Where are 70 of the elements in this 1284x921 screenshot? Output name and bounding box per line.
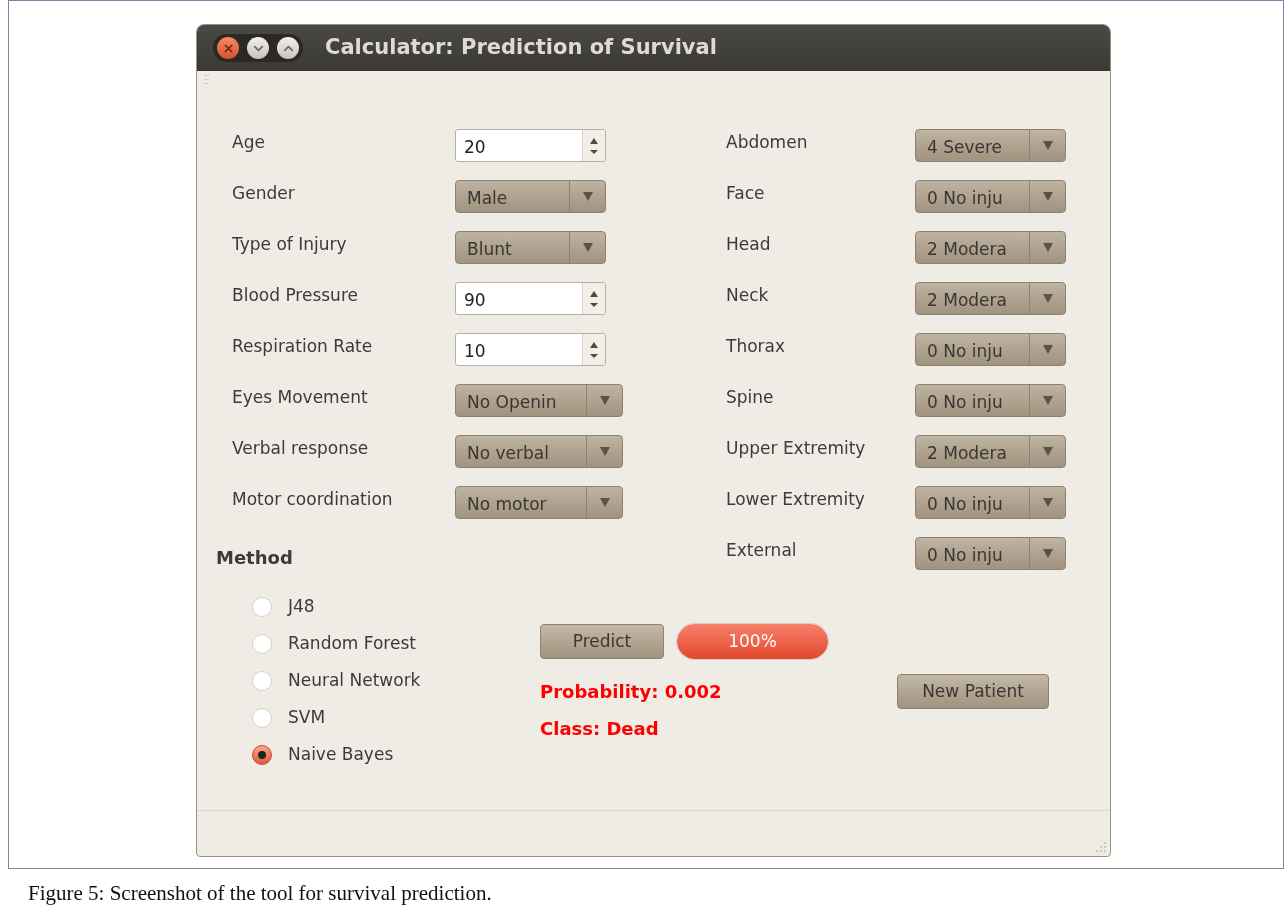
spin-field[interactable]: 10 (455, 333, 606, 366)
field-label: Type of Injury (232, 233, 348, 256)
field-label: Eyes Movement (232, 386, 369, 409)
spin-up-icon[interactable] (590, 341, 598, 348)
field-label: External (726, 539, 798, 562)
dropdown-arrow-icon (1041, 344, 1054, 355)
spin-field[interactable]: 90 (455, 282, 606, 315)
radio-label: Naive Bayes (288, 742, 394, 766)
dropdown-arrow-icon (1041, 446, 1054, 457)
window-title: Calculator: Prediction of Survival (325, 34, 717, 62)
spin-up-icon[interactable] (590, 290, 598, 297)
dropdown[interactable]: Blunt (455, 231, 606, 264)
dropdown-arrow-icon (1041, 548, 1054, 559)
dropdown-arrow-icon (598, 446, 611, 457)
dropdown-arrow-icon (1041, 140, 1054, 151)
field-label: Lower Extremity (726, 488, 866, 511)
result-text: Probability: 0.002 (540, 680, 723, 704)
dropdown-arrow-icon (598, 497, 611, 508)
dropdown[interactable]: 4 Severe (915, 129, 1066, 162)
dropdown[interactable]: 0 No inju (915, 537, 1066, 570)
field-label: Motor coordination (232, 488, 394, 511)
radio-button[interactable] (252, 744, 272, 765)
dropdown-arrow-icon (1041, 191, 1054, 202)
dropdown-arrow-icon (598, 395, 611, 406)
new-patient-button[interactable]: New Patient (897, 674, 1049, 709)
radio-label: Neural Network (288, 668, 421, 692)
radio-label: Random Forest (288, 631, 416, 655)
dropdown[interactable]: 2 Modera (915, 231, 1066, 264)
field-label: Gender (232, 182, 296, 205)
dropdown[interactable]: No motor (455, 486, 623, 519)
dropdown[interactable]: 0 No inju (915, 486, 1066, 519)
field-label: Respiration Rate (232, 335, 374, 358)
dropdown-arrow-icon (581, 242, 594, 253)
field-label: Spine (726, 386, 775, 409)
dropdown[interactable]: Male (455, 180, 606, 213)
spin-field[interactable]: 20 (455, 129, 606, 162)
method-heading: Method (216, 547, 293, 568)
field-label: Verbal response (232, 437, 370, 460)
dropdown[interactable]: 0 No inju (915, 384, 1066, 417)
dropdown[interactable]: 2 Modera (915, 282, 1066, 315)
field-label: Abdomen (726, 131, 809, 154)
dropdown-arrow-icon (581, 191, 594, 202)
dropdown-arrow-icon (1041, 293, 1054, 304)
dropdown-arrow-icon (1041, 395, 1054, 406)
spin-down-icon[interactable] (590, 149, 598, 154)
dropdown[interactable]: No verbal (455, 435, 623, 468)
result-text: Class: Dead (540, 717, 660, 741)
dropdown[interactable]: 0 No inju (915, 333, 1066, 366)
field-label: Neck (726, 284, 770, 307)
field-label: Thorax (726, 335, 787, 358)
dropdown[interactable]: 2 Modera (915, 435, 1066, 468)
field-label: Age (232, 131, 266, 154)
spin-up-icon[interactable] (590, 137, 598, 144)
dropdown-arrow-icon (1041, 242, 1054, 253)
progress-reading: 100% (727, 629, 778, 653)
spin-down-icon[interactable] (590, 302, 598, 307)
grip-icon (204, 75, 209, 87)
radio-label: J48 (288, 594, 315, 618)
dropdown[interactable]: No Openin (455, 384, 623, 417)
dropdown-arrow-icon (1041, 497, 1054, 508)
field-label: Upper Extremity (726, 437, 867, 460)
spin-down-icon[interactable] (590, 353, 598, 358)
dropdown[interactable]: 0 No inju (915, 180, 1066, 213)
field-label: Blood Pressure (232, 284, 359, 307)
radio-label: SVM (288, 705, 326, 729)
figure-caption: Figure 5: Screenshot of the tool for survival prediction. (28, 881, 492, 905)
predict-button[interactable]: Predict (540, 624, 664, 659)
field-label: Face (726, 182, 766, 205)
field-label: Head (726, 233, 772, 256)
resize-grip-icon[interactable] (1095, 841, 1107, 853)
